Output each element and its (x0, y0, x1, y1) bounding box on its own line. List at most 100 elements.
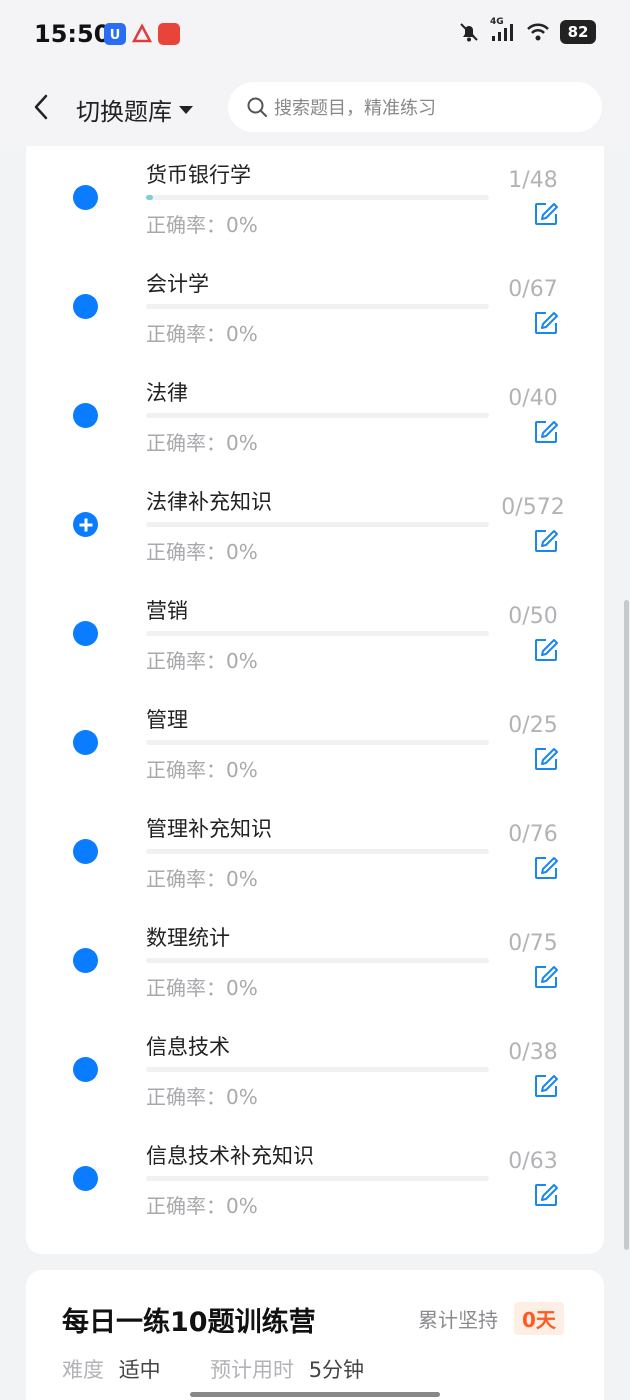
edit-practice-icon[interactable] (533, 419, 559, 445)
progress-bar (146, 740, 489, 745)
chapter-dot-icon (73, 621, 98, 646)
progress-fill (146, 195, 153, 200)
progress-bar (146, 522, 489, 527)
expand-plus-icon[interactable] (73, 512, 98, 537)
accuracy-text: 正确率：0% (146, 431, 258, 455)
signal-icon: 4G (490, 17, 516, 43)
chapter-name: 会计学 (146, 272, 209, 296)
accuracy-text: 正确率：0% (146, 1194, 258, 1218)
time-info: 预计用时 5分钟 (210, 1354, 364, 1384)
question-count: 0/572 (501, 495, 565, 520)
daily-practice-title: 每日一练10题训练营 (62, 1307, 316, 1338)
chapter-name: 法律 (146, 381, 188, 405)
daily-practice-card[interactable]: 每日一练10题训练营 累计坚持 0天 难度 适中 预计用时 5分钟 (26, 1270, 604, 1400)
streak-label: 累计坚持 (418, 1308, 498, 1332)
chapter-name: 管理 (146, 708, 188, 732)
status-time: 15:50 (34, 20, 111, 48)
edit-practice-icon[interactable] (533, 855, 559, 881)
chapter-name: 法律补充知识 (146, 490, 272, 514)
switch-bank-dropdown[interactable]: 切换题库 (76, 92, 194, 127)
question-count: 1/48 (508, 168, 558, 193)
difficulty-info: 难度 适中 (62, 1354, 161, 1384)
list-item[interactable]: 营销正确率：0% 0/50 (26, 582, 604, 691)
bell-muted-icon (460, 23, 478, 42)
top-header: 切换题库 搜索题目，精准练习 (0, 70, 630, 146)
edit-practice-icon[interactable] (533, 637, 559, 663)
home-indicator[interactable] (190, 1392, 440, 1397)
edit-practice-icon[interactable] (533, 528, 559, 554)
progress-bar (146, 958, 489, 963)
chapter-name: 信息技术 (146, 1035, 230, 1059)
accuracy-text: 正确率：0% (146, 213, 258, 237)
accuracy-text: 正确率：0% (146, 867, 258, 891)
list-item[interactable]: 法律正确率：0% 0/40 (26, 364, 604, 473)
question-count: 0/76 (508, 822, 558, 847)
list-item[interactable]: 管理补充知识 正确率：0% 0/76 (26, 800, 604, 909)
caret-down-icon (179, 105, 193, 114)
chapter-dot-icon (73, 839, 98, 864)
accuracy-text: 正确率：0% (146, 649, 258, 673)
edit-practice-icon[interactable] (533, 746, 559, 772)
app-notification-icon (131, 23, 153, 45)
list-item[interactable]: 数理统计正确率：0% 0/75 (26, 909, 604, 1018)
accuracy-text: 正确率：0% (146, 1085, 258, 1109)
list-item[interactable]: 信息技术补充知识 正确率：0% 0/63 (26, 1127, 604, 1236)
chapter-dot-icon (73, 730, 98, 755)
question-count: 0/50 (508, 604, 558, 629)
list-item[interactable]: 管理正确率：0% 0/25 (26, 691, 604, 800)
chapter-dot-icon (73, 403, 98, 428)
question-count: 0/75 (508, 931, 558, 956)
topic-list: 货币银行学 正确率：0% 1/48 会计学 正确率：0% 0/67 法律 正确率：0% 0/40… (26, 146, 604, 1254)
edit-practice-icon[interactable] (533, 964, 559, 990)
chapter-name: 信息技术补充知识 (146, 1144, 314, 1168)
edit-practice-icon[interactable] (533, 1073, 559, 1099)
list-item[interactable]: 会计学正确率：0% 0/67 (26, 255, 604, 364)
status-bar: 15:50 U 4G 82 (0, 0, 630, 70)
time-value: 5分钟 (308, 1358, 365, 1382)
progress-bar (146, 1176, 489, 1181)
chapter-dot-icon (73, 185, 98, 210)
streak-badge: 0天 (514, 1302, 564, 1335)
list-item[interactable]: 信息技术正确率：0% 0/38 (26, 1018, 604, 1127)
chapter-name: 营销 (146, 599, 188, 623)
progress-bar (146, 849, 489, 854)
edit-practice-icon[interactable] (533, 310, 559, 336)
progress-bar (146, 1067, 489, 1072)
question-count: 0/38 (508, 1040, 558, 1065)
chapter-dot-icon (73, 948, 98, 973)
accuracy-text: 正确率：0% (146, 758, 258, 782)
time-label: 预计用时 (210, 1358, 294, 1382)
question-count: 0/40 (508, 386, 558, 411)
search-placeholder: 搜索题目，精准练习 (274, 98, 436, 119)
difficulty-value: 适中 (118, 1358, 161, 1382)
scrollbar[interactable] (624, 600, 629, 1250)
chapter-dot-icon (73, 294, 98, 319)
edit-practice-icon[interactable] (533, 201, 559, 227)
list-item[interactable]: 货币银行学正确率：0% 1/48 (26, 146, 604, 255)
progress-bar (146, 413, 489, 418)
chapter-name: 货币银行学 (146, 163, 251, 187)
progress-bar (146, 631, 489, 636)
app-notification-icon (158, 23, 180, 45)
chapter-name: 管理补充知识 (146, 817, 272, 841)
chapter-name: 数理统计 (146, 926, 230, 950)
edit-practice-icon[interactable] (533, 1182, 559, 1208)
list-item[interactable]: 法律补充知识 正确率：0% 0/572 (26, 473, 604, 582)
question-count: 0/25 (508, 713, 558, 738)
accuracy-text: 正确率：0% (146, 540, 258, 564)
difficulty-label: 难度 (62, 1358, 104, 1382)
accuracy-text: 正确率：0% (146, 976, 258, 1000)
question-count: 0/67 (508, 277, 558, 302)
question-count: 0/63 (508, 1149, 558, 1174)
accuracy-text: 正确率：0% (146, 322, 258, 346)
wifi-icon (527, 23, 549, 41)
chapter-dot-icon (73, 1166, 98, 1191)
switch-bank-label: 切换题库 (76, 98, 172, 126)
search-icon (247, 97, 267, 117)
svg-text:U: U (110, 28, 121, 43)
chapter-dot-icon (73, 1057, 98, 1082)
progress-bar (146, 304, 489, 309)
progress-bar (146, 195, 489, 200)
chevron-left-icon[interactable] (28, 92, 54, 122)
search-input[interactable]: 搜索题目，精准练习 (228, 82, 602, 132)
